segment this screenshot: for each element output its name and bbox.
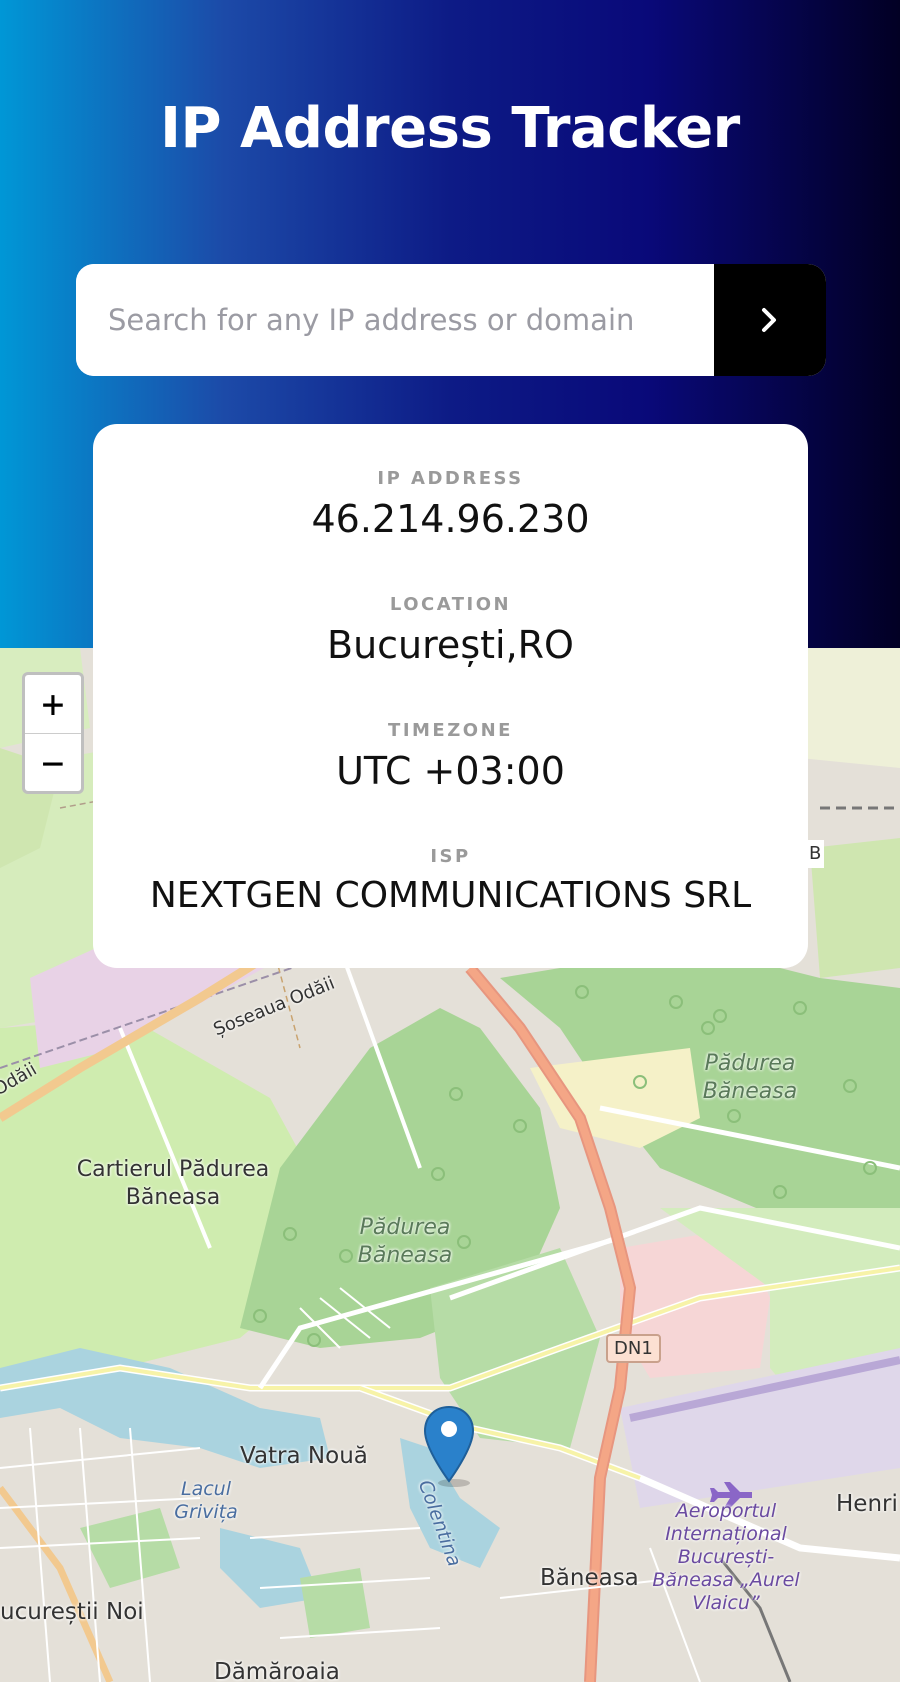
ip-address-label: IP ADDRESS (377, 468, 524, 489)
map-label-park: Pădurea Băneasa (702, 1051, 798, 1104)
map-label-area: Vatra Nouă (240, 1443, 368, 1469)
ip-address-field: IP ADDRESS 46.214.96.230 (93, 468, 808, 541)
map-label-marker: B (806, 840, 825, 868)
search-submit-button[interactable] (714, 264, 826, 376)
map-label-area: Cartierul Pădurea Băneasa (76, 1157, 270, 1210)
isp-label: ISP (430, 846, 471, 867)
isp-value: NEXTGEN COMMUNICATIONS SRL (149, 875, 752, 916)
map-label-area: Henri (836, 1491, 898, 1517)
timezone-value: UTC +03:00 (336, 749, 565, 793)
location-field: LOCATION București,RO (93, 594, 808, 667)
isp-field: ISP NEXTGEN COMMUNICATIONS SRL (93, 846, 808, 916)
map-label-area: Băneasa (540, 1565, 639, 1591)
location-pin-icon[interactable] (424, 1405, 474, 1487)
map-label-park: Pădurea Băneasa (357, 1215, 453, 1268)
page-title: IP Address Tracker (160, 96, 740, 161)
search-input[interactable] (76, 264, 714, 376)
location-label: LOCATION (389, 594, 512, 615)
zoom-control: + − (22, 672, 84, 794)
zoom-out-button[interactable]: − (25, 733, 81, 791)
map-label-area: ucureștii Noi (0, 1599, 144, 1625)
location-value: București,RO (327, 623, 574, 667)
road-shield: DN1 (606, 1334, 661, 1363)
map-label-airport: Aeroportul Internațional București-Bănea… (652, 1500, 800, 1614)
map-label-area: Dămăroaia (214, 1659, 340, 1682)
timezone-field: TIMEZONE UTC +03:00 (93, 720, 808, 793)
zoom-in-button[interactable]: + (25, 675, 81, 733)
search-bar (76, 264, 826, 376)
ip-info-card: IP ADDRESS 46.214.96.230 LOCATION Bucure… (93, 424, 808, 968)
map-label-water: Lacul Grivița (174, 1478, 238, 1523)
chevron-right-icon (762, 308, 776, 332)
ip-address-value: 46.214.96.230 (311, 497, 590, 541)
timezone-label: TIMEZONE (388, 720, 513, 741)
